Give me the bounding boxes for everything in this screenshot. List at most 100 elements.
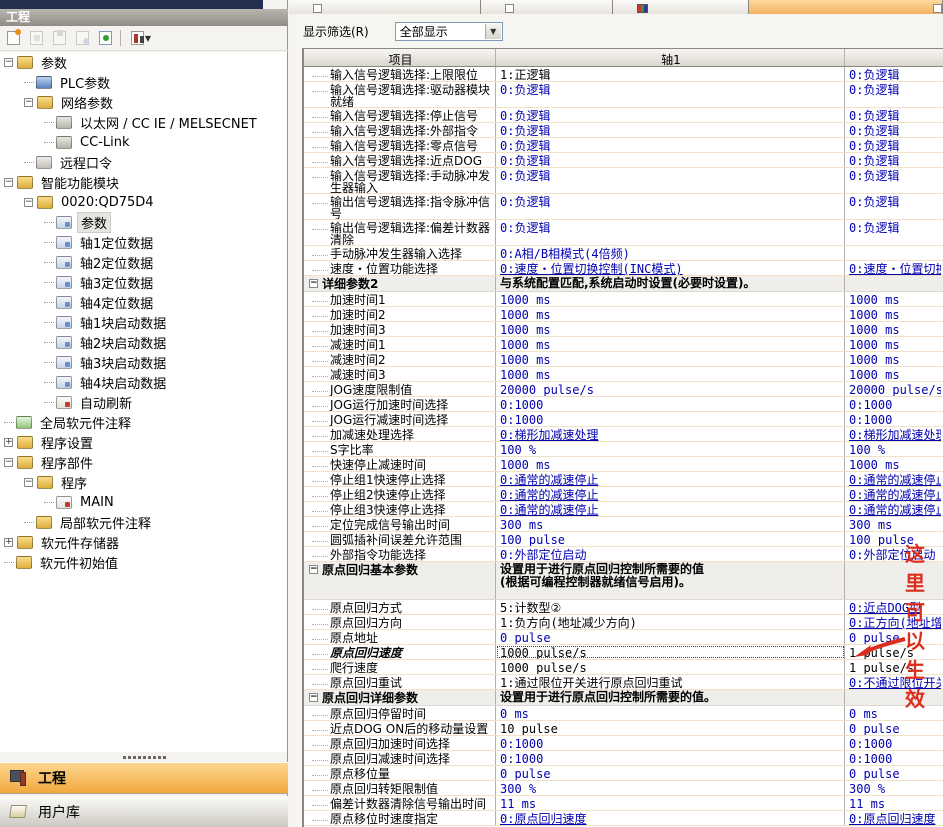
tree-item-main-program[interactable]: MAIN <box>0 492 287 512</box>
tree-item-axis4-block-start-data[interactable]: 轴4块启动数据 <box>0 372 287 392</box>
axis2-value-cell[interactable]: 0:负逻辑 <box>845 82 941 107</box>
axis1-value-cell[interactable]: 1000 ms <box>496 307 845 321</box>
axis1-value-cell[interactable]: 0:负逻辑 <box>496 138 845 152</box>
axis2-value-cell[interactable]: 1000 ms <box>845 307 941 321</box>
document-tab[interactable] <box>613 0 749 14</box>
axis1-value-cell[interactable]: 0:通常的减速停止 <box>496 472 845 486</box>
tree-item-module-parameter[interactable]: 参数 <box>0 212 287 232</box>
axis1-value-cell[interactable]: 0:通常的减速停止 <box>496 487 845 501</box>
tree-item-axis2-positioning-data[interactable]: 轴2定位数据 <box>0 252 287 272</box>
tree-item-axis4-positioning-data[interactable]: 轴4定位数据 <box>0 292 287 312</box>
axis2-value-cell[interactable]: 0:通常的减速停止 <box>845 472 941 486</box>
tree-item-plc-parameter[interactable]: PLC参数 <box>0 72 287 92</box>
axis1-value-cell[interactable]: 0:负逻辑 <box>496 123 845 137</box>
document-tab[interactable] <box>481 0 614 14</box>
collapse-icon[interactable]: − <box>24 478 33 487</box>
axis2-value-cell[interactable]: 0:速度・位置切换控制(INC模式) <box>845 261 941 275</box>
axis1-value-cell[interactable]: 0:负逻辑 <box>496 108 845 122</box>
tree-item-parameter-root[interactable]: −参数 <box>0 52 287 72</box>
chevron-down-icon[interactable]: ▼ <box>485 24 501 39</box>
tree-item-axis1-block-start-data[interactable]: 轴1块启动数据 <box>0 312 287 332</box>
tree-item-auto-refresh[interactable]: 自动刷新 <box>0 392 287 412</box>
axis1-value-cell[interactable]: 1000 ms <box>496 292 845 306</box>
tree-item-axis3-positioning-data[interactable]: 轴3定位数据 <box>0 272 287 292</box>
axis2-value-cell[interactable]: 300 ms <box>845 517 941 531</box>
paste-icon[interactable] <box>49 28 69 48</box>
axis1-value-cell[interactable]: 0:速度・位置切换控制(INC模式) <box>496 261 845 275</box>
axis2-value-cell[interactable]: 0 pulse <box>845 721 941 735</box>
axis2-value-cell[interactable]: 0 pulse <box>845 766 941 780</box>
tree-item-intelligent-module[interactable]: −智能功能模块 <box>0 172 287 192</box>
collapse-icon[interactable]: − <box>24 198 33 207</box>
collapse-icon[interactable]: − <box>309 279 318 288</box>
project-button[interactable]: 工程 <box>0 762 288 794</box>
expand-icon[interactable]: + <box>4 538 13 547</box>
axis2-value-cell[interactable]: 0:负逻辑 <box>845 168 941 193</box>
collapse-icon[interactable]: − <box>309 693 318 702</box>
axis1-value-cell[interactable]: 0 ms <box>496 706 845 720</box>
tree-item-device-initial-value[interactable]: 软元件初始值 <box>0 552 287 572</box>
tree-item-cc-link[interactable]: CC-Link <box>0 132 287 152</box>
tree-item-global-device-comment[interactable]: 全局软元件注释 <box>0 412 287 432</box>
axis2-value-cell[interactable]: 1000 ms <box>845 292 941 306</box>
axis2-value-cell[interactable]: 0:原点回归速度 <box>845 811 941 825</box>
axis2-value-cell[interactable]: 1000 ms <box>845 322 941 336</box>
axis2-value-cell[interactable]: 0:负逻辑 <box>845 194 941 219</box>
axis1-value-cell[interactable]: 1000 ms <box>496 352 845 366</box>
module-tool-icon[interactable]: ▼ <box>126 28 156 48</box>
axis1-value-cell[interactable]: 5:计数型② <box>496 600 845 614</box>
axis1-value-cell[interactable]: 1000 ms <box>496 457 845 471</box>
tree-item-pou[interactable]: −程序部件 <box>0 452 287 472</box>
tree-item-module-0020-qd75d4[interactable]: −0020:QD75D4 <box>0 192 287 212</box>
axis1-value-cell[interactable]: 0:1000 <box>496 736 845 750</box>
axis2-value-cell[interactable]: 1000 ms <box>845 367 941 381</box>
collapse-icon[interactable]: − <box>4 58 13 67</box>
axis2-value-cell[interactable]: 1000 ms <box>845 457 941 471</box>
collapse-icon[interactable]: − <box>4 458 13 467</box>
axis1-value-cell[interactable]: 1:正逻辑 <box>496 67 845 81</box>
axis2-value-cell[interactable]: 0:通常的减速停止 <box>845 502 941 516</box>
axis2-value-cell[interactable]: 100 % <box>845 442 941 456</box>
axis1-value-cell[interactable]: 0:负逻辑 <box>496 220 845 245</box>
axis2-value-cell[interactable]: 0:1000 <box>845 412 941 426</box>
display-filter-select[interactable]: 全部显示 ▼ <box>395 22 503 41</box>
axis2-value-cell[interactable]: 300 % <box>845 781 941 795</box>
user-library-button[interactable]: 用户库 <box>0 796 288 827</box>
refresh-icon[interactable] <box>95 28 115 48</box>
axis1-value-cell[interactable]: 0:1000 <box>496 412 845 426</box>
tree-item-axis3-block-start-data[interactable]: 轴3块启动数据 <box>0 352 287 372</box>
tree-item-remote-password[interactable]: 远程口令 <box>0 152 287 172</box>
tree-item-program-setting[interactable]: +程序设置 <box>0 432 287 452</box>
axis1-value-cell[interactable]: 0:1000 <box>496 751 845 765</box>
axis2-value-cell[interactable]: 0:负逻辑 <box>845 220 941 245</box>
axis1-value-cell[interactable]: 0:原点回归速度 <box>496 811 845 825</box>
axis1-value-cell[interactable]: 300 ms <box>496 517 845 531</box>
axis1-value-cell[interactable]: 0:负逻辑 <box>496 82 845 107</box>
axis1-value-cell[interactable]: 1:通过限位开关进行原点回归重试 <box>496 675 845 689</box>
axis2-value-cell[interactable]: 0:通常的减速停止 <box>845 487 941 501</box>
axis1-value-cell[interactable]: 1000 ms <box>496 322 845 336</box>
axis2-value-cell[interactable]: 0:负逻辑 <box>845 67 941 81</box>
doc-info-icon[interactable] <box>72 28 92 48</box>
axis1-value-cell[interactable]: 0:负逻辑 <box>496 153 845 167</box>
axis1-value-cell[interactable]: 0:梯形加减速处理 <box>496 427 845 441</box>
axis1-value-cell[interactable]: 10 pulse <box>496 721 845 735</box>
expand-icon[interactable]: + <box>4 438 13 447</box>
axis2-value-cell[interactable]: 11 ms <box>845 796 941 810</box>
axis1-value-cell[interactable]: 11 ms <box>496 796 845 810</box>
collapse-icon[interactable]: − <box>309 565 318 574</box>
axis2-value-cell[interactable]: 0:负逻辑 <box>845 123 941 137</box>
axis1-value-cell[interactable]: 1000 ms <box>496 337 845 351</box>
axis2-value-cell[interactable]: 0:梯形加减速处理 <box>845 427 941 441</box>
axis1-value-cell[interactable]: 1:负方向(地址减少方向) <box>496 615 845 629</box>
axis1-value-cell[interactable]: 0 pulse <box>496 766 845 780</box>
tree-item-device-memory[interactable]: +软元件存储器 <box>0 532 287 552</box>
axis1-value-cell[interactable]: 0:1000 <box>496 397 845 411</box>
axis2-value-cell[interactable]: 0:1000 <box>845 397 941 411</box>
splitter-grip[interactable] <box>0 752 288 762</box>
tree-item-program[interactable]: −程序 <box>0 472 287 492</box>
axis2-value-cell[interactable]: 0:负逻辑 <box>845 153 941 167</box>
active-document-tab[interactable] <box>749 0 943 14</box>
axis2-value-cell[interactable]: 0:1000 <box>845 736 941 750</box>
collapse-icon[interactable]: − <box>24 98 33 107</box>
